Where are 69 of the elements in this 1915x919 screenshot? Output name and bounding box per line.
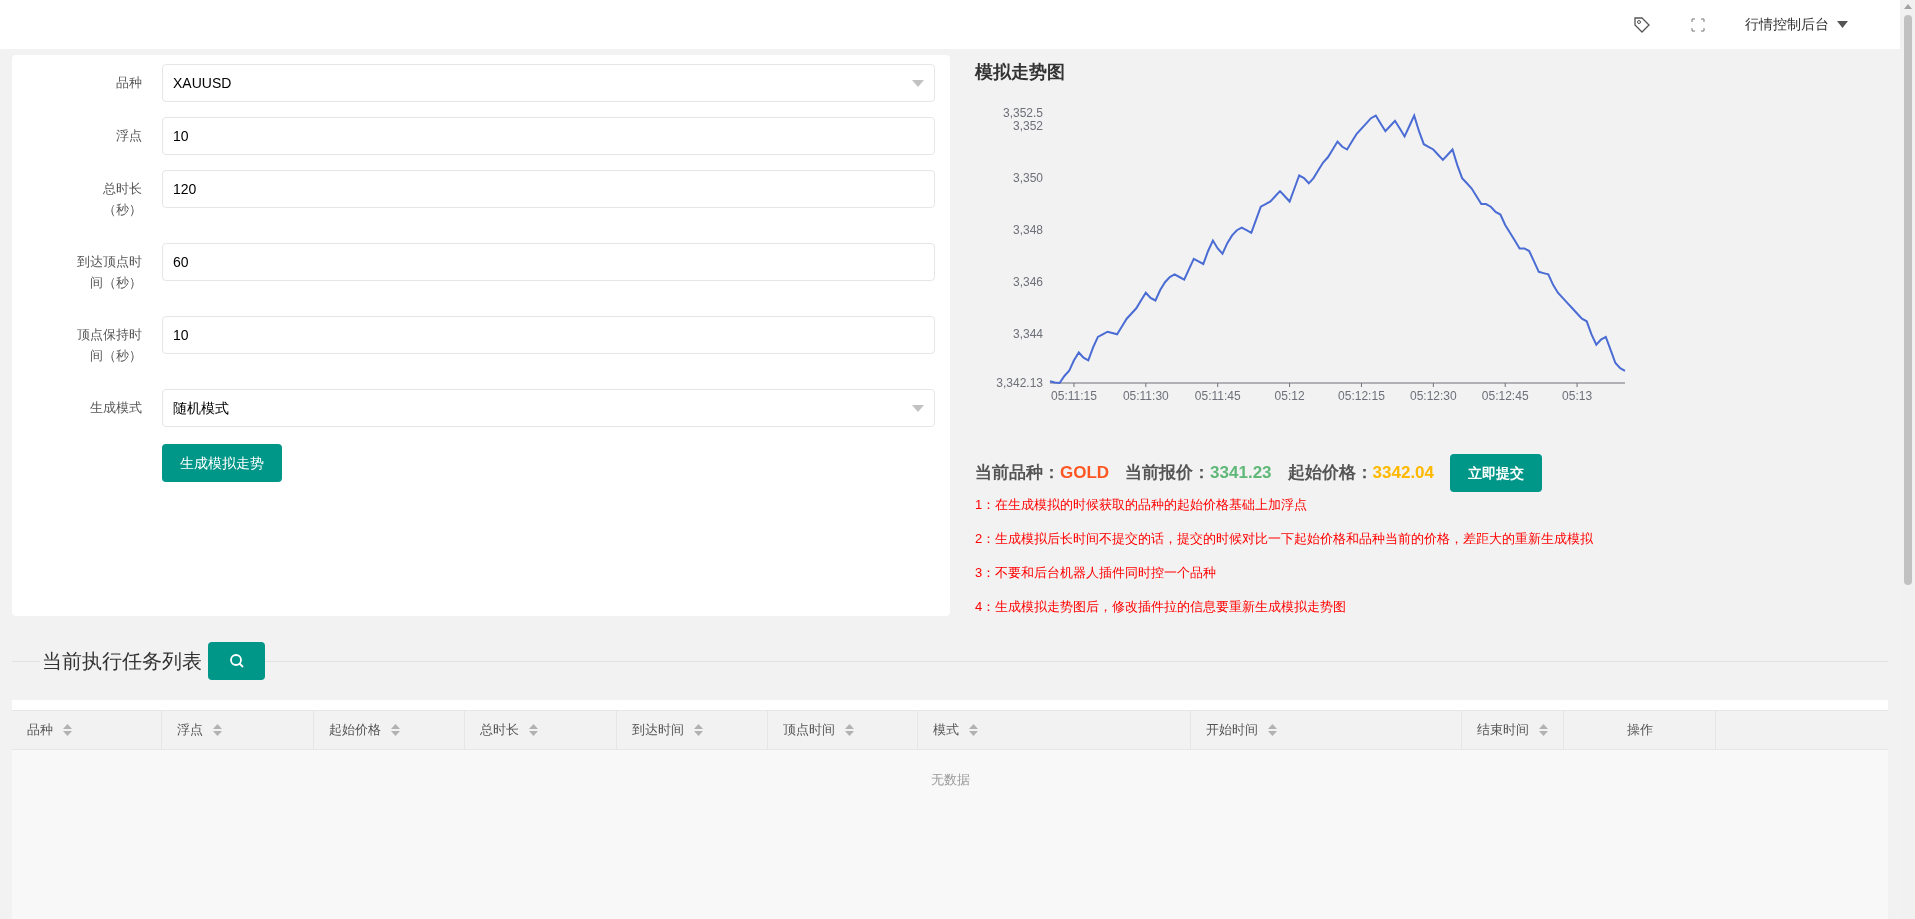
field-label: 总时长（秒）: [102, 180, 142, 219]
x-tick-label: 05:12: [1274, 389, 1305, 403]
field-label: 浮点: [115, 127, 142, 145]
sort-icon[interactable]: [694, 724, 703, 736]
y-tick-label: 3,344: [1012, 327, 1043, 342]
column-header[interactable]: 总时长: [465, 711, 617, 749]
y-tick-label: 3,342.13: [996, 376, 1043, 390]
sort-icon[interactable]: [1539, 724, 1548, 736]
sort-icon[interactable]: [529, 724, 538, 736]
input-field[interactable]: 60: [162, 243, 935, 281]
input-field[interactable]: 10: [162, 316, 935, 354]
y-tick-label: 3,350: [1012, 171, 1043, 186]
tag-icon[interactable]: [1633, 15, 1651, 34]
column-header[interactable]: 到达时间: [617, 711, 768, 749]
chart-title: 模拟走势图: [975, 61, 1066, 84]
y-tick-label: 3,352.5: [1002, 106, 1043, 120]
caret-icon: [912, 404, 924, 412]
y-tick-label: 3,352: [1012, 119, 1043, 133]
x-tick-label: 05:11:15: [1051, 389, 1097, 403]
submit-button[interactable]: 立即提交: [1450, 454, 1542, 492]
note-text: 4：生成模拟走势图后，修改插件拉的信息要重新生成模拟走势图: [975, 598, 1348, 616]
column-header[interactable]: 结束时间: [1462, 711, 1564, 749]
sort-icon[interactable]: [1268, 724, 1277, 736]
note-text: 1：在生成模拟的时候获取的品种的起始价格基础上加浮点: [975, 496, 1309, 514]
sort-icon[interactable]: [969, 724, 978, 736]
note-text: 2：生成模拟后长时间不提交的话，提交的时候对比一下起始价格和品种当前的价格，差距大的重新生成模拟: [975, 530, 1595, 548]
fullscreen-icon[interactable]: [1691, 17, 1705, 32]
empty-message: 无数据: [930, 771, 970, 789]
x-tick-label: 05:12:45: [1481, 389, 1529, 403]
select-field[interactable]: 随机模式: [162, 389, 935, 427]
column-header: 操作: [1564, 711, 1716, 749]
info-label: 起始价格：: [1287, 462, 1373, 485]
info-value: 3342.04: [1372, 462, 1434, 485]
column-header[interactable]: 模式: [918, 711, 1191, 749]
input-field[interactable]: 120: [162, 170, 935, 208]
column-header[interactable]: 开始时间: [1191, 711, 1462, 749]
info-label: 当前报价：: [1125, 462, 1211, 485]
field-label: 顶点保持时间（秒）: [76, 326, 142, 365]
field-label: 生成模式: [89, 399, 142, 417]
search-button[interactable]: [208, 642, 265, 680]
user-menu[interactable]: 行情控制后台: [1745, 14, 1848, 35]
y-tick-label: 3,348: [1012, 223, 1043, 238]
field-label: 到达顶点时间（秒）: [76, 253, 142, 292]
column-header[interactable]: 起始价格: [314, 711, 465, 749]
field-label: 品种: [115, 74, 142, 92]
generate-button[interactable]: 生成模拟走势: [162, 444, 282, 482]
x-tick-label: 05:13: [1562, 389, 1593, 403]
x-tick-label: 05:12:15: [1338, 389, 1385, 403]
select-field[interactable]: XAUUSD: [162, 64, 935, 102]
column-header[interactable]: 顶点时间: [768, 711, 918, 749]
column-header[interactable]: 浮点: [162, 711, 314, 749]
info-label: 当前品种：: [975, 462, 1060, 485]
column-header[interactable]: 品种: [12, 711, 162, 749]
search-icon: [228, 653, 245, 669]
sort-icon[interactable]: [63, 724, 72, 736]
note-text: 3：不要和后台机器人插件同时控一个品种: [975, 564, 1218, 582]
sort-icon[interactable]: [391, 724, 400, 736]
info-value: 3341.23: [1210, 462, 1272, 485]
x-tick-label: 05:11:30: [1122, 389, 1169, 403]
caret-icon: [1837, 21, 1848, 28]
x-tick-label: 05:12:30: [1409, 389, 1457, 403]
caret-icon: [912, 79, 924, 87]
input-field[interactable]: 10: [162, 117, 935, 155]
info-value: GOLD: [1060, 462, 1110, 485]
sort-icon[interactable]: [845, 724, 854, 736]
y-tick-label: 3,346: [1012, 275, 1043, 290]
sort-icon[interactable]: [213, 724, 222, 736]
section-title: 当前执行任务列表: [42, 649, 202, 674]
x-tick-label: 05:11:45: [1194, 389, 1241, 403]
